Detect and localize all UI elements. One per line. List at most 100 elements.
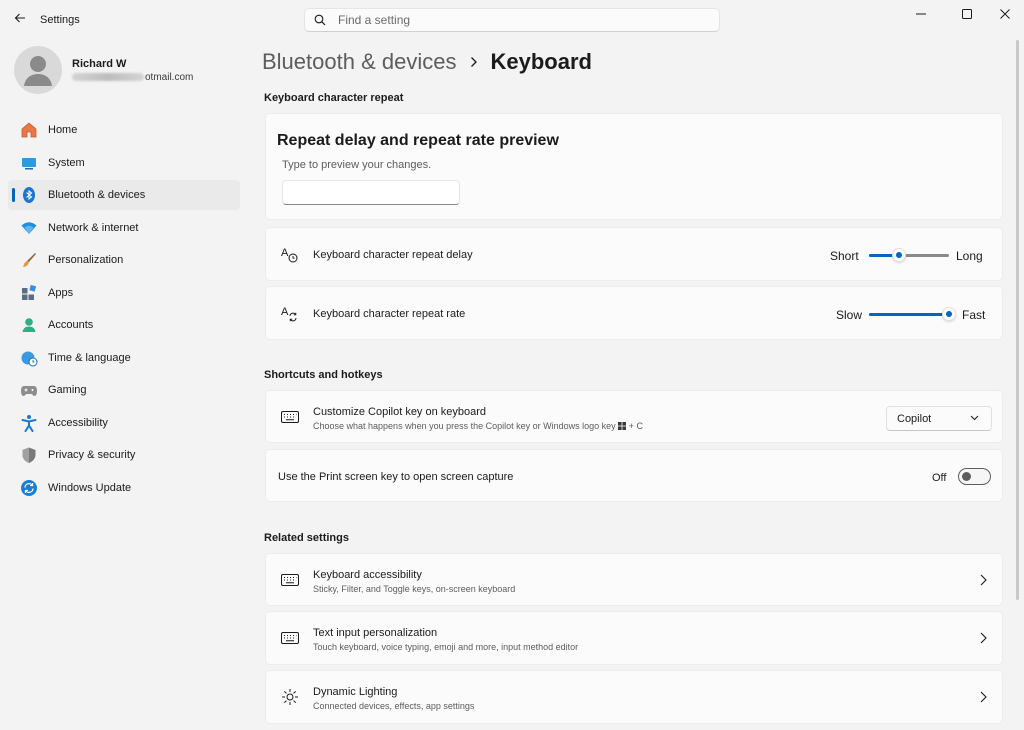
keyboard-icon	[280, 407, 300, 427]
email-redaction	[72, 73, 144, 82]
minimize-icon	[916, 13, 926, 15]
profile-email: otmail.com	[72, 72, 193, 83]
chevron-right-icon	[980, 574, 990, 586]
close-button[interactable]	[982, 0, 1024, 28]
sidebar-item-privacy-security[interactable]: Privacy & security	[8, 440, 240, 470]
sidebar-item-label: Accounts	[48, 319, 94, 331]
accessibility-icon	[20, 414, 38, 432]
repeat-rate-min-label: Slow	[836, 308, 863, 322]
repeat-rate-card: A Keyboard character repeat rate Slow Fa…	[265, 286, 1003, 340]
scrollbar[interactable]	[1016, 40, 1019, 600]
sidebar-item-label: Gaming	[48, 384, 87, 396]
accounts-icon	[20, 316, 38, 334]
breadcrumb: Bluetooth & devices Keyboard	[262, 46, 592, 78]
related-text-input-personalization[interactable]: Text input personalization Touch keyboar…	[265, 611, 1003, 665]
breadcrumb-parent[interactable]: Bluetooth & devices	[262, 49, 456, 75]
sidebar-item-label: Bluetooth & devices	[48, 189, 146, 201]
print-screen-toggle[interactable]	[958, 468, 991, 485]
chevron-down-icon	[970, 415, 979, 421]
chevron-right-icon	[980, 691, 990, 703]
profile-name: Richard W	[72, 58, 127, 70]
sidebar-item-windows-update[interactable]: Windows Update	[8, 473, 240, 503]
section-title-shortcuts: Shortcuts and hotkeys	[264, 369, 383, 381]
slider-fill	[869, 313, 949, 316]
sidebar-item-bluetooth-devices[interactable]: Bluetooth & devices	[8, 180, 240, 210]
repeat-delay-min-label: Short	[830, 249, 859, 263]
sidebar-item-label: Personalization	[48, 254, 124, 266]
copilot-key-subtitle: Choose what happens when you press the C…	[313, 421, 643, 431]
wifi-icon	[20, 219, 38, 237]
repeat-rate-slider[interactable]	[869, 304, 956, 324]
sidebar-item-system[interactable]: System	[8, 148, 240, 178]
search-box[interactable]	[304, 8, 720, 32]
sidebar-nav: Home System Bluetooth & devices Network …	[8, 115, 240, 505]
sidebar-item-label: Privacy & security	[48, 449, 136, 461]
back-arrow-icon	[14, 13, 25, 23]
copilot-key-card: Customize Copilot key on keyboard Choose…	[265, 390, 1003, 443]
shield-icon	[20, 446, 38, 464]
repeat-delay-slider[interactable]	[869, 245, 949, 265]
sidebar-item-accounts[interactable]: Accounts	[8, 310, 240, 340]
brush-icon	[20, 251, 38, 269]
chevron-right-icon	[980, 632, 990, 644]
sidebar-item-home[interactable]: Home	[8, 115, 240, 145]
section-title-repeat: Keyboard character repeat	[264, 92, 404, 104]
related-item-subtitle: Touch keyboard, voice typing, emoji and …	[313, 642, 579, 652]
sidebar-item-personalization[interactable]: Personalization	[8, 245, 240, 275]
sidebar-item-network[interactable]: Network & internet	[8, 213, 240, 243]
bluetooth-icon	[20, 186, 38, 204]
search-input[interactable]	[338, 13, 698, 27]
windows-logo-icon	[618, 422, 627, 430]
keyboard-icon	[280, 570, 300, 590]
sidebar-item-label: Accessibility	[48, 416, 108, 429]
sidebar-item-apps[interactable]: Apps	[8, 278, 240, 308]
globe-clock-icon	[20, 349, 38, 367]
search-icon	[314, 13, 328, 27]
repeat-rate-max-label: Fast	[962, 308, 986, 322]
chevron-right-icon	[470, 56, 478, 68]
repeat-rate-icon: A	[280, 304, 300, 324]
sidebar-item-label: Home	[48, 124, 78, 136]
keyboard-icon	[280, 628, 300, 648]
back-button[interactable]	[8, 6, 32, 30]
avatar	[14, 46, 62, 94]
copilot-key-title: Customize Copilot key on keyboard	[313, 406, 487, 418]
related-item-title: Dynamic Lighting	[313, 686, 398, 698]
repeat-rate-title: Keyboard character repeat rate	[313, 308, 466, 320]
sidebar-item-label: Network & internet	[48, 221, 139, 234]
maximize-icon	[962, 9, 972, 19]
close-icon	[1000, 9, 1010, 19]
system-icon	[20, 154, 38, 172]
sidebar-item-time-language[interactable]: Time & language	[8, 343, 240, 373]
sidebar-item-accessibility[interactable]: Accessibility	[8, 408, 240, 438]
repeat-delay-card: A Keyboard character repeat delay Short …	[265, 227, 1003, 281]
svg-text:A: A	[281, 306, 289, 318]
slider-thumb[interactable]	[942, 307, 956, 321]
home-icon	[20, 121, 38, 139]
sidebar-item-label: Time & language	[48, 351, 131, 364]
gamepad-icon	[20, 381, 38, 399]
sidebar-item-label: Windows Update	[48, 481, 132, 494]
preview-hint: Type to preview your changes.	[282, 159, 432, 171]
preview-input[interactable]	[282, 180, 460, 205]
print-screen-card: Use the Print screen key to open screen …	[265, 449, 1003, 502]
related-keyboard-accessibility[interactable]: Keyboard accessibility Sticky, Filter, a…	[265, 553, 1003, 606]
sidebar-item-label: System	[48, 156, 85, 169]
sidebar-item-gaming[interactable]: Gaming	[8, 375, 240, 405]
related-item-subtitle: Sticky, Filter, and Toggle keys, on-scre…	[313, 584, 516, 594]
copilot-key-dropdown[interactable]: Copilot	[886, 406, 992, 431]
minimize-button[interactable]	[898, 0, 944, 28]
sidebar-item-label: Apps	[48, 286, 74, 299]
repeat-delay-max-label: Long	[956, 249, 983, 263]
svg-text:A: A	[281, 247, 289, 259]
repeat-delay-icon: A	[280, 245, 300, 265]
slider-thumb[interactable]	[892, 248, 906, 262]
preview-heading: Repeat delay and repeat rate preview	[277, 132, 559, 149]
related-item-title: Text input personalization	[313, 627, 438, 639]
related-item-title: Keyboard accessibility	[313, 569, 422, 581]
related-dynamic-lighting[interactable]: Dynamic Lighting Connected devices, effe…	[265, 670, 1003, 724]
dropdown-value: Copilot	[897, 412, 932, 425]
active-indicator	[12, 188, 15, 202]
app-title: Settings	[40, 14, 80, 26]
page-title: Keyboard	[490, 49, 592, 74]
